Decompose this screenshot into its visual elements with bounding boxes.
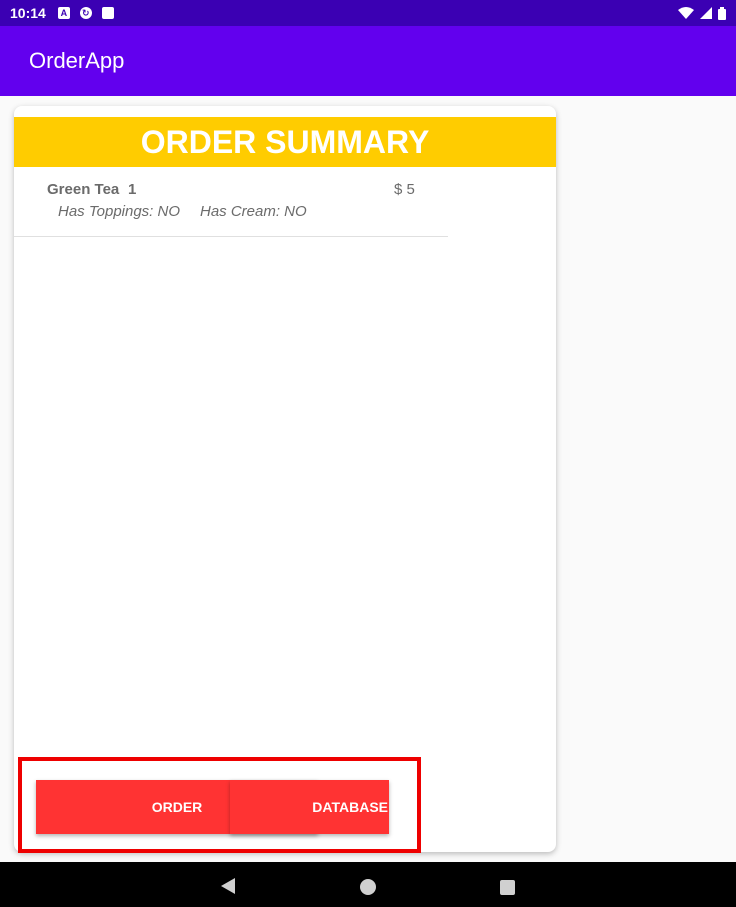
app-title: OrderApp [29, 48, 125, 73]
wifi-icon [678, 7, 694, 19]
order-summary-title: ORDER SUMMARY [14, 117, 556, 167]
notification-icons: A ↻ [57, 7, 114, 19]
item-toppings: Has Toppings: NO [58, 203, 181, 220]
app-bar: OrderApp [0, 26, 736, 96]
status-time: 10:14 [10, 5, 46, 21]
item-cream: Has Cream: NO [200, 203, 307, 220]
refresh-icon: ↻ [79, 7, 92, 19]
item-name: Green Tea [47, 181, 120, 198]
recents-icon[interactable] [500, 880, 515, 895]
text-a-icon: A [57, 7, 70, 19]
screen: 10:14 A ↻ OrderApp ORDER SUMMARY Green T… [0, 0, 736, 907]
order-summary-card: ORDER SUMMARY Green Tea 1 $ 5 Has Toppin… [14, 106, 556, 852]
back-icon[interactable] [221, 878, 235, 894]
signal-icon [700, 7, 712, 19]
database-button[interactable]: DATABASE [230, 780, 389, 834]
home-icon[interactable] [360, 879, 376, 895]
item-quantity: 1 [128, 181, 137, 198]
item-price: $ 5 [394, 181, 415, 198]
status-bar: 10:14 A ↻ [0, 0, 736, 26]
sd-card-icon [101, 7, 114, 19]
list-item[interactable]: Green Tea 1 $ 5 Has Toppings: NO Has Cre… [14, 170, 448, 237]
system-icons [678, 6, 726, 20]
battery-icon [718, 6, 726, 20]
navigation-bar [0, 862, 736, 907]
